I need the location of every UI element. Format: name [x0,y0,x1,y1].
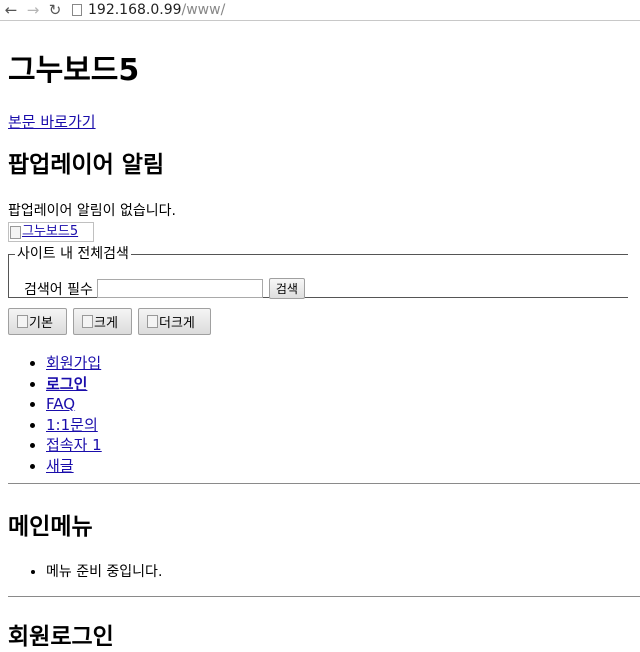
font-default-button[interactable]: 기본 [8,308,67,335]
login-heading: 회원로그인 [8,624,114,650]
list-item: 접속자 1 [46,435,102,456]
search-input[interactable] [96,279,263,298]
url-host: 192.168.0.99 [88,2,182,18]
font-large-button[interactable]: 크게 [73,308,132,335]
popup-empty-message: 팝업레이어 알림이 없습니다. [8,203,176,219]
popup-heading: 팝업레이어 알림 [8,152,165,178]
list-item: 새글 [46,456,102,477]
back-button[interactable]: ← [0,0,22,20]
faq-link[interactable]: FAQ [46,395,75,413]
forward-button[interactable]: → [22,0,44,20]
font-larger-button[interactable]: 더크게 [138,308,211,335]
broken-image-icon [147,315,158,328]
register-link[interactable]: 회원가입 [46,354,101,372]
divider [8,596,640,597]
login-link[interactable]: 로그인 [46,375,87,393]
list-item: 회원가입 [46,353,102,374]
font-larger-label: 더크게 [159,316,195,331]
browser-toolbar: ← → ↻ 192.168.0.99 /www/ [0,0,640,21]
font-size-buttons: 기본 크게 더크게 [8,308,211,335]
search-button[interactable]: 검색 [268,278,305,299]
main-menu-empty: 메뉴 준비 중입니다. [46,563,162,581]
skip-to-content-link[interactable]: 본문 바로가기 [8,111,96,132]
url-path: /www/ [181,2,226,18]
qa-link[interactable]: 1:1문의 [46,416,98,434]
new-posts-link[interactable]: 새글 [46,457,74,475]
site-logo-link[interactable]: 그누보드5 [8,222,94,242]
page-icon [72,4,82,16]
font-large-label: 크게 [94,316,118,331]
broken-image-icon [17,315,28,328]
list-item: FAQ [46,394,102,415]
site-search-fieldset: 사이트 내 전체검색 검색어 필수 검색 [8,246,628,299]
site-title: 그누보드5 [8,53,140,88]
search-row: 검색어 필수 검색 [24,278,305,299]
font-default-label: 기본 [29,316,53,331]
reload-button[interactable]: ↻ [44,0,66,20]
broken-image-icon [10,225,21,239]
address-bar[interactable]: 192.168.0.99 /www/ [72,0,225,20]
arrow-right-icon: → [26,1,40,19]
broken-image-icon [82,315,93,328]
main-menu-heading: 메인메뉴 [8,514,93,540]
search-label: 검색어 필수 [24,281,93,298]
main-menu-list: 메뉴 준비 중입니다. [8,563,162,581]
list-item: 로그인 [46,374,102,395]
list-item: 1:1문의 [46,415,102,436]
reload-icon: ↻ [48,1,62,19]
arrow-left-icon: ← [4,1,18,19]
divider [8,483,640,484]
visitors-link[interactable]: 접속자 1 [46,436,102,454]
top-nav-list: 회원가입 로그인 FAQ 1:1문의 접속자 1 새글 [8,353,102,476]
logo-alt-text: 그누보드5 [22,224,79,239]
search-legend: 사이트 내 전체검색 [17,246,129,262]
